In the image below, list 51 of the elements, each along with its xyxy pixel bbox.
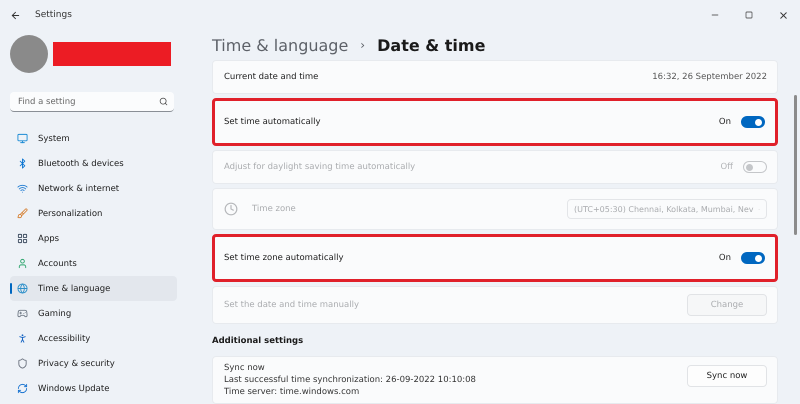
toggle-state-text: On: [718, 253, 731, 263]
breadcrumb-link[interactable]: Time & language: [212, 36, 348, 54]
wifi-icon: [17, 183, 28, 194]
toggle-switch[interactable]: [741, 116, 765, 128]
breadcrumb-separator: ›: [360, 38, 366, 52]
avatar-circle: [10, 35, 48, 73]
sidebar-item[interactable]: Gaming: [10, 301, 177, 326]
date-time-value: 16:32, 26 September 2022: [652, 72, 767, 82]
search-field[interactable]: Find a setting: [10, 92, 174, 112]
setting-label: Set time zone automatically: [224, 253, 344, 263]
sidebar-item[interactable]: Accessibility: [10, 326, 177, 351]
sidebar-item[interactable]: Windows Update: [10, 376, 177, 401]
toggle-state-text: On: [718, 117, 731, 127]
monitor-icon: [17, 133, 28, 144]
sidebar-item[interactable]: System: [10, 126, 177, 151]
bluetooth-icon: [17, 158, 28, 169]
shield-icon: [17, 358, 28, 369]
setting-label: Set time automatically: [224, 117, 322, 127]
sync-info-text: Last successful time synchronization: 26-09-2022 10:10:08: [224, 374, 477, 386]
sidebar-item[interactable]: Bluetooth & devices: [10, 151, 177, 176]
globe-icon: [17, 283, 28, 294]
setting-label: Set the date and time manually: [224, 300, 360, 310]
section-heading: Additional settings: [212, 336, 304, 348]
sidebar-item[interactable]: Personalization: [10, 201, 177, 226]
sidebar-item[interactable]: Privacy & security: [10, 351, 177, 376]
window-title: Settings: [35, 10, 72, 20]
toggle-switch[interactable]: [741, 252, 765, 264]
scrollbar-thumb[interactable]: [794, 95, 796, 235]
sidebar-item[interactable]: Time & language: [10, 276, 177, 301]
sync-title: Sync now: [224, 362, 266, 374]
update-icon: [17, 383, 28, 394]
setting-label: Time zone: [252, 204, 297, 214]
search-input[interactable]: Find a setting: [16, 96, 159, 108]
setting-label: Current date and time: [224, 72, 320, 82]
sync-info-text: Time server: time.windows.com: [224, 386, 360, 398]
person-icon: [17, 258, 28, 269]
brush-icon: [17, 208, 28, 219]
accessibility-icon: [17, 333, 28, 344]
toggle-state-text: Off: [720, 162, 733, 172]
gamepad-icon: [17, 308, 28, 319]
close-icon: [778, 10, 788, 20]
sync-now-button[interactable]: Sync now: [687, 365, 767, 387]
sidebar-item[interactable]: Accounts: [10, 251, 177, 276]
back-icon[interactable]: [10, 10, 21, 20]
apps-grid-icon: [17, 233, 28, 244]
setting-label: Adjust for daylight saving time automatically: [224, 162, 416, 172]
page-title: Date & time: [377, 36, 486, 54]
search-icon: [159, 97, 168, 106]
sidebar-item[interactable]: Apps: [10, 226, 177, 251]
sidebar-item[interactable]: Network & internet: [10, 176, 177, 201]
maximize-icon: [745, 11, 753, 19]
